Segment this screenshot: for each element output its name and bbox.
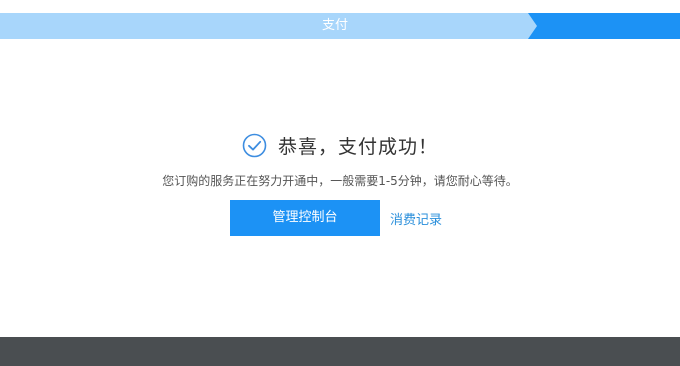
- action-row: 管理控制台 消费记录: [230, 200, 442, 236]
- success-title: 恭喜，支付成功！: [277, 135, 438, 158]
- consumption-records-link[interactable]: 消费记录: [390, 209, 442, 228]
- step-arrow-icon: [528, 13, 537, 39]
- step-bar-active-segment: [528, 13, 680, 39]
- management-console-button[interactable]: 管理控制台: [230, 200, 380, 236]
- page-footer: [0, 337, 680, 366]
- payment-success-page: 支付 恭喜，支付成功！ 您订购的服务正在努力开通中，一般需要1-5分钟，请您耐心…: [0, 0, 680, 366]
- success-message: 您订购的服务正在努力开通中，一般需要1-5分钟，请您耐心等待。: [162, 174, 518, 188]
- step-label-payment: 支付: [321, 18, 348, 33]
- success-heading: 恭喜，支付成功！: [0, 130, 680, 160]
- progress-step-bar: 支付: [0, 13, 680, 39]
- check-circle-icon: [242, 133, 267, 157]
